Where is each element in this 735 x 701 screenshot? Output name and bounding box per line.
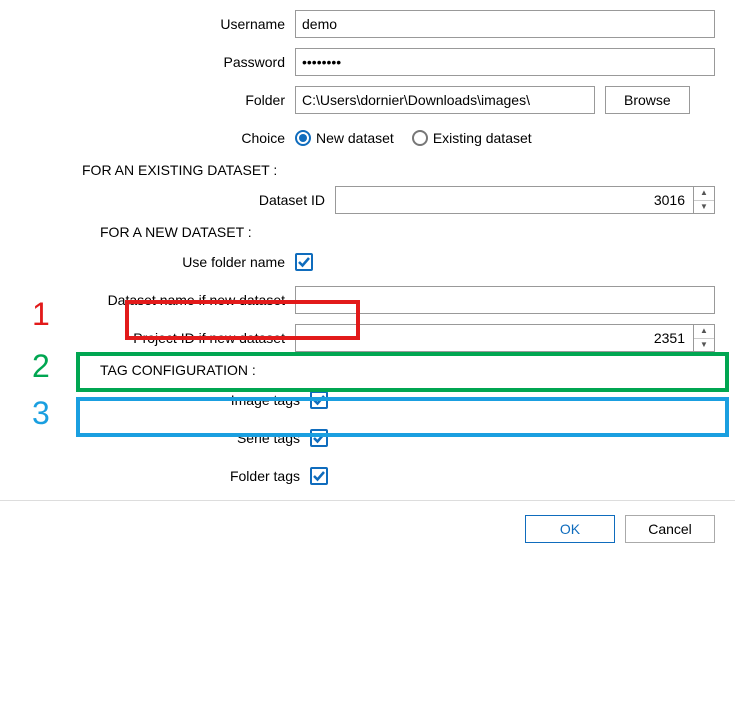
dataset-id-down-icon[interactable]: ▼ (694, 201, 714, 214)
dataset-name-label: Dataset name if new dataset (0, 292, 295, 308)
check-icon (313, 394, 325, 406)
serie-tags-label: Serie tags (0, 430, 310, 446)
folder-label: Folder (0, 92, 295, 108)
tag-heading: TAG CONFIGURATION : (0, 362, 735, 378)
folder-tags-label: Folder tags (0, 468, 310, 484)
existing-heading: FOR AN EXISTING DATASET : (0, 162, 735, 178)
radio-new-label: New dataset (316, 130, 394, 146)
use-folder-label: Use folder name (0, 254, 295, 270)
ok-button[interactable]: OK (525, 515, 615, 543)
dataset-id-spin: ▲ ▼ (335, 186, 715, 214)
check-icon (313, 432, 325, 444)
image-tags-label: Image tags (0, 392, 310, 408)
cancel-button[interactable]: Cancel (625, 515, 715, 543)
radio-new-dataset[interactable]: New dataset (295, 130, 394, 146)
check-icon (298, 256, 310, 268)
dataset-id-up-icon[interactable]: ▲ (694, 187, 714, 201)
browse-button[interactable]: Browse (605, 86, 690, 114)
project-id-label: Project ID if new dataset (0, 330, 295, 346)
dataset-id-label: Dataset ID (0, 192, 335, 208)
upload-dialog: Username Password Folder Browse Choice (0, 0, 735, 557)
username-input[interactable] (295, 10, 715, 38)
radio-existing-dataset[interactable]: Existing dataset (412, 130, 532, 146)
project-id-down-icon[interactable]: ▼ (694, 339, 714, 352)
password-label: Password (0, 54, 295, 70)
dialog-footer: OK Cancel (0, 500, 735, 557)
folder-input[interactable] (295, 86, 595, 114)
password-input[interactable] (295, 48, 715, 76)
radio-selected-icon (295, 130, 311, 146)
radio-unselected-icon (412, 130, 428, 146)
image-tags-checkbox[interactable] (310, 391, 328, 409)
project-id-input[interactable] (295, 324, 693, 352)
choice-label: Choice (0, 130, 295, 146)
serie-tags-checkbox[interactable] (310, 429, 328, 447)
project-id-spin: ▲ ▼ (295, 324, 715, 352)
new-heading: FOR A NEW DATASET : (0, 224, 735, 240)
radio-existing-label: Existing dataset (433, 130, 532, 146)
project-id-up-icon[interactable]: ▲ (694, 325, 714, 339)
dataset-name-input[interactable] (295, 286, 715, 314)
form-area: Username Password Folder Browse Choice (0, 0, 735, 490)
username-label: Username (0, 16, 295, 32)
check-icon (313, 470, 325, 482)
dataset-id-input[interactable] (335, 186, 693, 214)
use-folder-checkbox[interactable] (295, 253, 313, 271)
folder-tags-checkbox[interactable] (310, 467, 328, 485)
